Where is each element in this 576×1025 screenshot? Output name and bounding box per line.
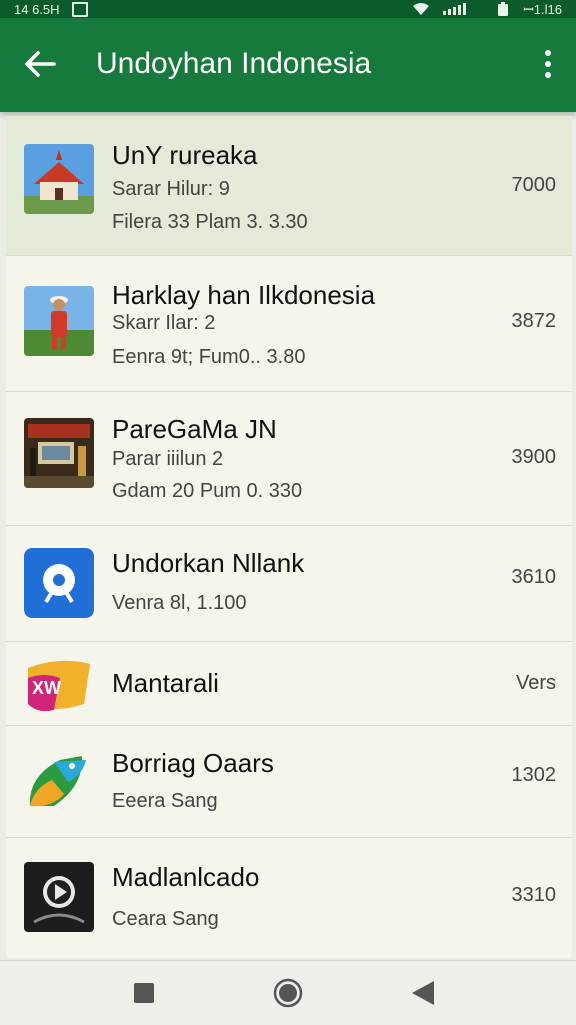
row-subtitle: Eeera Sang xyxy=(112,790,218,812)
colorful-logo-icon: XW xyxy=(24,654,94,724)
list-item[interactable]: Madlanlcado Ceara Sang 3310 xyxy=(6,838,572,958)
list-item[interactable]: Borriag Oaars Eeera Sang 1302 xyxy=(6,726,572,838)
status-time: 14 6.5H xyxy=(14,1,60,17)
dark-music-icon xyxy=(24,862,94,932)
app-list: UnY rureaka Sarar Hilur: 9 Filera 33 Pla… xyxy=(6,116,572,958)
person-thumbnail xyxy=(24,286,94,356)
navigation-bar xyxy=(0,960,576,1025)
storefront-thumbnail xyxy=(24,418,94,488)
notification-icon xyxy=(71,1,88,17)
row-title: Borriag Oaars xyxy=(112,748,274,778)
status-bar: 14 6.5H ꟷ1.l16 xyxy=(0,0,576,18)
row-subtitle: Venra 8l, 1.100 xyxy=(112,592,247,614)
row-title: Mantarali xyxy=(112,668,219,698)
list-item[interactable]: Harklay han Ilkdonesia Skarr Ilar: 2 Een… xyxy=(6,256,572,392)
list-item[interactable]: XW Mantarali Vers xyxy=(6,642,572,726)
row-value: 3900 xyxy=(511,446,557,468)
list-item[interactable]: PareGaMa JN Parar iiilun 2 Gdam 20 Pum 0… xyxy=(6,392,572,526)
svg-text:XW: XW xyxy=(32,678,61,698)
row-value: 7000 xyxy=(511,174,557,196)
wifi-icon xyxy=(413,3,430,15)
status-right-text: ꟷ1.l16 xyxy=(523,2,562,17)
more-options-icon[interactable] xyxy=(542,48,554,80)
row-title: Harklay han Ilkdonesia xyxy=(112,280,376,310)
recent-apps-icon[interactable] xyxy=(132,981,156,1005)
row-subtitle: Parar iiilun 2 xyxy=(112,448,224,470)
row-value: Vers xyxy=(515,672,556,694)
row-value: 3872 xyxy=(511,310,557,332)
home-icon[interactable] xyxy=(273,978,303,1008)
blue-app-icon xyxy=(24,548,94,618)
row-title: Undorkan Nllank xyxy=(112,548,305,578)
row-detail: Filera 33 Plam 3. 3.30 xyxy=(112,211,308,233)
row-title: Madlanlcado xyxy=(112,862,260,892)
row-detail: Eenra 9t; Fum0.. 3.80 xyxy=(112,346,306,368)
row-subtitle: Sarar Hilur: 9 xyxy=(112,178,230,200)
temple-thumbnail xyxy=(24,144,94,214)
leaf-logo-icon xyxy=(24,746,94,816)
list-item[interactable]: Undorkan Nllank Venra 8l, 1.100 3610 xyxy=(6,526,572,642)
row-subtitle: Ceara Sang xyxy=(112,908,219,930)
row-subtitle: Skarr Ilar: 2 xyxy=(112,312,216,334)
row-value: 3610 xyxy=(511,566,557,588)
row-title: UnY rureaka xyxy=(112,140,258,170)
row-title: PareGaMa JN xyxy=(112,414,277,444)
row-detail: Gdam 20 Pum 0. 330 xyxy=(112,480,303,502)
row-value: 1302 xyxy=(511,764,557,786)
back-arrow-icon[interactable] xyxy=(22,46,58,82)
row-value: 3310 xyxy=(511,884,557,906)
app-bar: Undoyhan Indonesia xyxy=(0,18,576,112)
battery-icon xyxy=(498,2,509,16)
page-title: Undoyhan Indonesia xyxy=(96,47,372,80)
list-item[interactable]: UnY rureaka Sarar Hilur: 9 Filera 33 Pla… xyxy=(6,116,572,256)
signal-icon xyxy=(443,3,467,15)
back-icon[interactable] xyxy=(410,979,436,1007)
